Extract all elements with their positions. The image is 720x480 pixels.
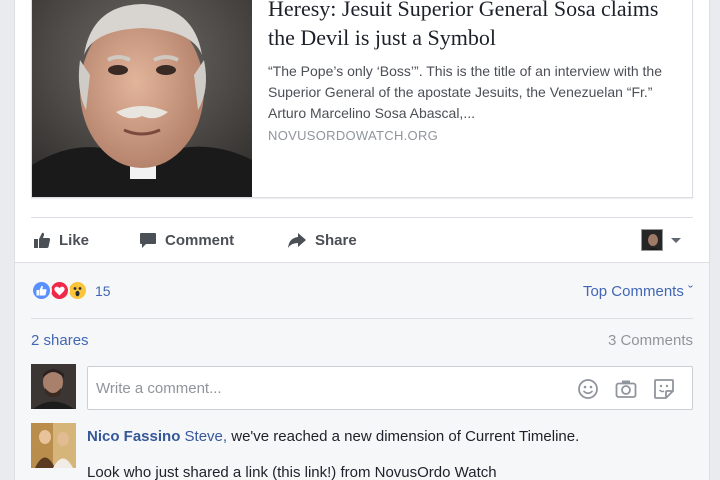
link-preview[interactable]: Heresy: Jesuit Superior General Sosa cla…: [31, 0, 693, 198]
avatar-image: [31, 423, 76, 468]
comment-author[interactable]: Nico Fassino: [87, 428, 180, 445]
camera-icon[interactable]: [614, 377, 638, 401]
comment-icon: [140, 233, 156, 248]
thumbs-up-icon: [34, 232, 51, 248]
chevron-down-icon: [671, 238, 681, 243]
post-card: Heresy: Jesuit Superior General Sosa cla…: [14, 0, 710, 480]
comment: Nico Fassino Steve, we've reached a new …: [87, 427, 693, 480]
link-thumbnail[interactable]: [32, 0, 252, 197]
link-domain: NOVUSORDOWATCH.ORG: [268, 128, 439, 143]
comments-count[interactable]: 3 Comments: [608, 332, 693, 349]
link-title[interactable]: Heresy: Jesuit Superior General Sosa cla…: [268, 0, 678, 52]
mini-avatar: [641, 229, 663, 251]
like-reaction-icon: [31, 280, 52, 301]
comment-button[interactable]: Comment: [139, 218, 234, 262]
avatar-image: [31, 364, 76, 409]
composer-avatar[interactable]: [31, 364, 76, 409]
comment-input[interactable]: [88, 367, 558, 409]
audience-selector[interactable]: [641, 229, 683, 251]
emoji-icon[interactable]: [576, 377, 600, 401]
comment-text: we've reached a new dimension of Current…: [227, 428, 580, 445]
share-arrow-icon: [288, 233, 306, 248]
love-reaction-icon: [49, 280, 70, 301]
reaction-count[interactable]: 15: [95, 283, 111, 299]
commenter-avatar[interactable]: [31, 423, 76, 468]
share-label: Share: [315, 231, 357, 249]
comment-composer[interactable]: [87, 366, 693, 410]
link-text-block[interactable]: Heresy: Jesuit Superior General Sosa cla…: [268, 0, 678, 143]
reactions-summary[interactable]: 15: [31, 280, 111, 301]
share-button[interactable]: Share: [287, 218, 357, 262]
stats-row: 2 shares 3 Comments: [31, 318, 693, 349]
sticker-icon[interactable]: [652, 377, 676, 401]
comment-first-line: Nico Fassino Steve, we've reached a new …: [87, 427, 693, 447]
wow-reaction-icon: [67, 280, 88, 301]
comment-second-line: Look who just shared a link (this link!)…: [87, 464, 497, 480]
post-actions-bar: Like Comment Share: [31, 218, 693, 262]
like-button[interactable]: Like: [33, 218, 89, 262]
like-label: Like: [59, 231, 90, 249]
link-description: “The Pope’s only ‘Boss’”. This is the ti…: [268, 63, 662, 121]
top-comments-dropdown[interactable]: Top Comments ˇ: [583, 283, 693, 300]
portrait-image: [32, 0, 252, 197]
comments-section: 15 Top Comments ˇ 2 shares 3 Comments Wr…: [15, 262, 709, 480]
comment-label: Comment: [165, 231, 235, 249]
shares-link[interactable]: 2 shares: [31, 332, 89, 349]
comment-mention[interactable]: Steve,: [185, 428, 228, 445]
avatar-image: [642, 230, 662, 250]
